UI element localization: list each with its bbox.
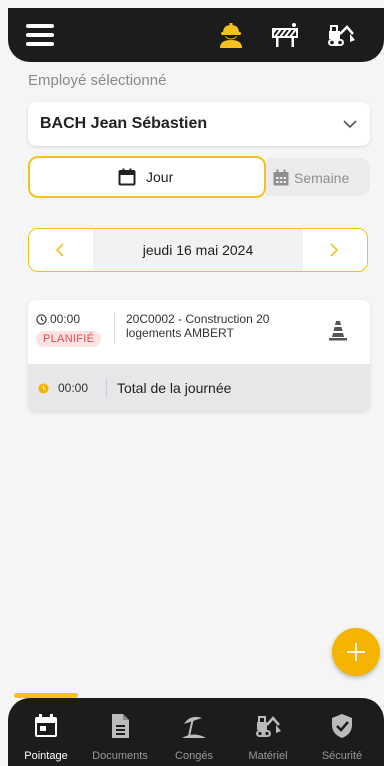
excavator-icon[interactable] (326, 20, 356, 50)
excavator-icon (256, 716, 281, 737)
clock-icon (36, 314, 47, 325)
worker-icon[interactable] (216, 20, 246, 50)
nav-item-conges[interactable]: Congés (158, 698, 230, 766)
current-date-label: jeudi 16 mai 2024 (142, 242, 254, 258)
shield-check-icon (332, 714, 352, 738)
entry-time: 00:00 (50, 312, 81, 326)
nav-item-securite[interactable]: Sécurité (306, 698, 378, 766)
bottom-navigation: Pointage Documents Congés Matériel Sécur… (8, 693, 384, 766)
chevron-right-icon (330, 243, 339, 257)
current-date[interactable]: jeudi 16 mai 2024 (93, 229, 303, 271)
nav-label: Matériel (248, 750, 288, 762)
nav-item-documents[interactable]: Documents (84, 698, 156, 766)
total-time: 00:00 (58, 381, 89, 395)
nav-label: Sécurité (321, 750, 363, 762)
add-entry-button[interactable] (332, 628, 380, 676)
divider (114, 312, 115, 344)
tab-day[interactable]: Jour (28, 156, 266, 198)
calendar-icon (35, 714, 57, 737)
nav-label: Pointage (24, 750, 68, 762)
plus-icon (347, 643, 365, 661)
roadwork-barrier-icon[interactable] (270, 20, 300, 50)
clock-icon (38, 383, 49, 394)
chevron-left-icon (55, 243, 64, 257)
view-toggle: Jour Semaine (28, 156, 370, 198)
divider (106, 378, 107, 398)
chevron-down-icon (343, 120, 357, 129)
beach-umbrella-icon (182, 716, 206, 738)
entry-project: 20C0002 - Construction 20 logements AMBE… (126, 312, 270, 340)
timesheet-card: 00:00 PLANIFIÉ 20C0002 - Construction 20… (28, 300, 370, 412)
previous-day-button[interactable] (29, 229, 93, 271)
employee-select[interactable]: BACH Jean Sébastien (28, 102, 370, 146)
calendar-grid-icon (273, 169, 289, 186)
timesheet-entry[interactable]: 00:00 PLANIFIÉ 20C0002 - Construction 20… (28, 300, 370, 364)
date-navigator: jeudi 16 mai 2024 (28, 228, 368, 272)
daily-total: 00:00 Total de la journée (28, 364, 370, 412)
tab-week[interactable]: Semaine (266, 158, 370, 196)
nav-item-materiel[interactable]: Matériel (232, 698, 304, 766)
tab-week-label: Semaine (294, 170, 350, 186)
total-label: Total de la journée (117, 380, 232, 396)
top-app-bar (8, 8, 384, 62)
traffic-cone-icon (329, 321, 347, 341)
nav-item-pointage[interactable]: Pointage (10, 698, 82, 766)
employee-label: Employé sélectionné (28, 72, 167, 89)
menu-icon[interactable] (26, 24, 54, 46)
nav-label: Documents (92, 750, 148, 762)
document-icon (112, 714, 129, 738)
next-day-button[interactable] (303, 229, 367, 271)
tab-day-label: Jour (146, 169, 174, 185)
employee-name: BACH Jean Sébastien (40, 115, 208, 132)
status-badge: PLANIFIÉ (36, 331, 102, 347)
nav-label: Congés (175, 750, 213, 762)
calendar-icon (118, 168, 136, 186)
